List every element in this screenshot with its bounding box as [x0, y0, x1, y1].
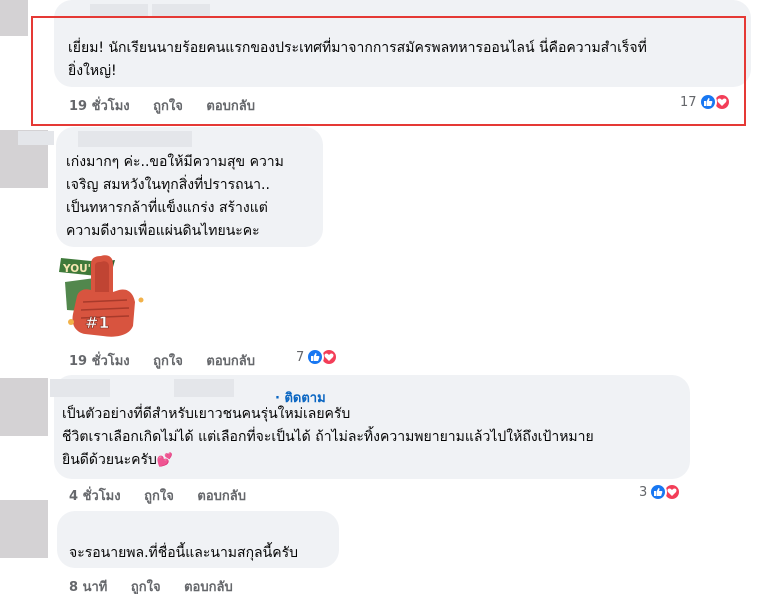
- author-name[interactable]: [78, 131, 192, 147]
- sticker-badge-text: #1: [85, 313, 110, 332]
- avatar[interactable]: [0, 500, 48, 558]
- highlight-box: [31, 16, 746, 126]
- author-name[interactable]: [18, 131, 54, 145]
- comment-time[interactable]: 19 ชั่วโมง: [69, 350, 130, 371]
- reaction-summary[interactable]: 3: [639, 483, 682, 501]
- author-name[interactable]: [50, 379, 110, 397]
- comment-text-line: เป็นตัวอย่างที่ดีสำหรับเยาวชนคนรุ่นใหม่เ…: [62, 406, 351, 422]
- like-button[interactable]: ถูกใจ: [131, 576, 161, 594]
- comment-text: ยินดีด้วยนะครับ: [62, 452, 157, 468]
- like-button[interactable]: ถูกใจ: [144, 485, 174, 506]
- comment-time[interactable]: 4 ชั่วโมง: [69, 485, 121, 506]
- reaction-count: 3: [639, 484, 648, 500]
- reply-button[interactable]: ตอบกลับ: [197, 485, 246, 506]
- avatar[interactable]: [0, 378, 48, 436]
- reaction-count: 7: [296, 349, 305, 365]
- avatar[interactable]: [0, 0, 28, 36]
- comment-text-line: ความดีงามเพื่อแผ่นดินไทยนะคะ: [66, 223, 260, 239]
- comment-text-line: ยินดีด้วยนะครับ💕: [62, 449, 173, 472]
- comment-text-line: เป็นทหารกล้าที่แข็งแกร่ง สร้างแต่: [66, 200, 268, 216]
- comment-text-line: จะรอนายพล.ที่ชื่อนี้และนามสกุลนี้ครับ: [69, 545, 298, 561]
- comment-text-line: เจริญ สมหวังในทุกสิ่งที่ปรารถนา..: [66, 177, 270, 193]
- reaction-summary[interactable]: 7: [296, 348, 339, 366]
- comment-actions: 4 ชั่วโมง ถูกใจ ตอบกลับ: [69, 485, 265, 506]
- comment-time[interactable]: 8 นาที: [69, 576, 107, 594]
- author-name[interactable]: [174, 379, 234, 397]
- reply-button[interactable]: ตอบกลับ: [184, 576, 233, 594]
- like-button[interactable]: ถูกใจ: [153, 350, 183, 371]
- youre-number-one-sticker[interactable]: YOU'RE #1: [55, 252, 147, 340]
- comment-text-line: ชีวิตเราเลือกเกิดไม่ได้ แต่เลือกที่จะเป็…: [62, 429, 594, 445]
- comment-actions: 19 ชั่วโมง ถูกใจ ตอบกลับ: [69, 350, 274, 371]
- comment-actions: 8 นาที ถูกใจ ตอบกลับ: [69, 576, 252, 594]
- comment-text-line: เก่งมากๆ ค่ะ..ขอให้มีความสุข ความ: [66, 154, 284, 170]
- reply-button[interactable]: ตอบกลับ: [206, 350, 255, 371]
- two-hearts-emoji: 💕: [156, 453, 174, 468]
- like-reaction-icon: [698, 93, 717, 111]
